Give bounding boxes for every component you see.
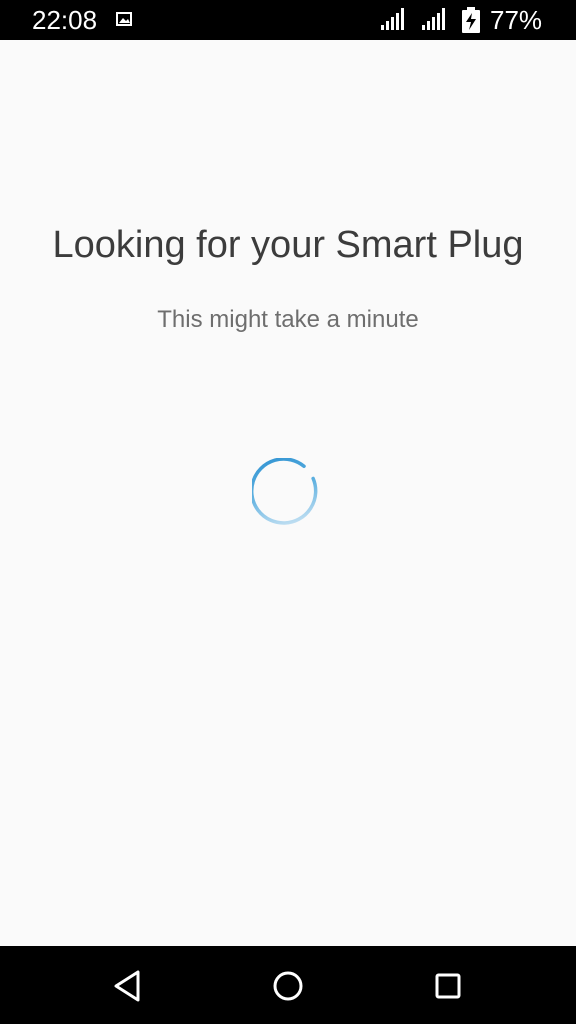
recents-icon[interactable] — [426, 964, 470, 1008]
battery-charging-icon — [462, 7, 480, 33]
progress-spinner-icon — [252, 458, 318, 525]
back-icon[interactable] — [106, 964, 150, 1008]
signal-icon — [381, 8, 404, 30]
navigation-bar — [0, 946, 576, 1024]
page-title: Looking for your Smart Plug — [52, 224, 524, 266]
page-subtitle: This might take a minute — [157, 306, 419, 333]
gallery-notification-icon — [116, 12, 132, 26]
status-time: 22:08 — [32, 5, 98, 35]
main-content: Looking for your Smart Plug This might t… — [0, 40, 576, 946]
home-icon[interactable] — [266, 964, 310, 1008]
battery-percentage: 77% — [490, 5, 543, 35]
signal-icon — [422, 8, 445, 30]
status-bar: 22:08 77% — [0, 0, 576, 40]
